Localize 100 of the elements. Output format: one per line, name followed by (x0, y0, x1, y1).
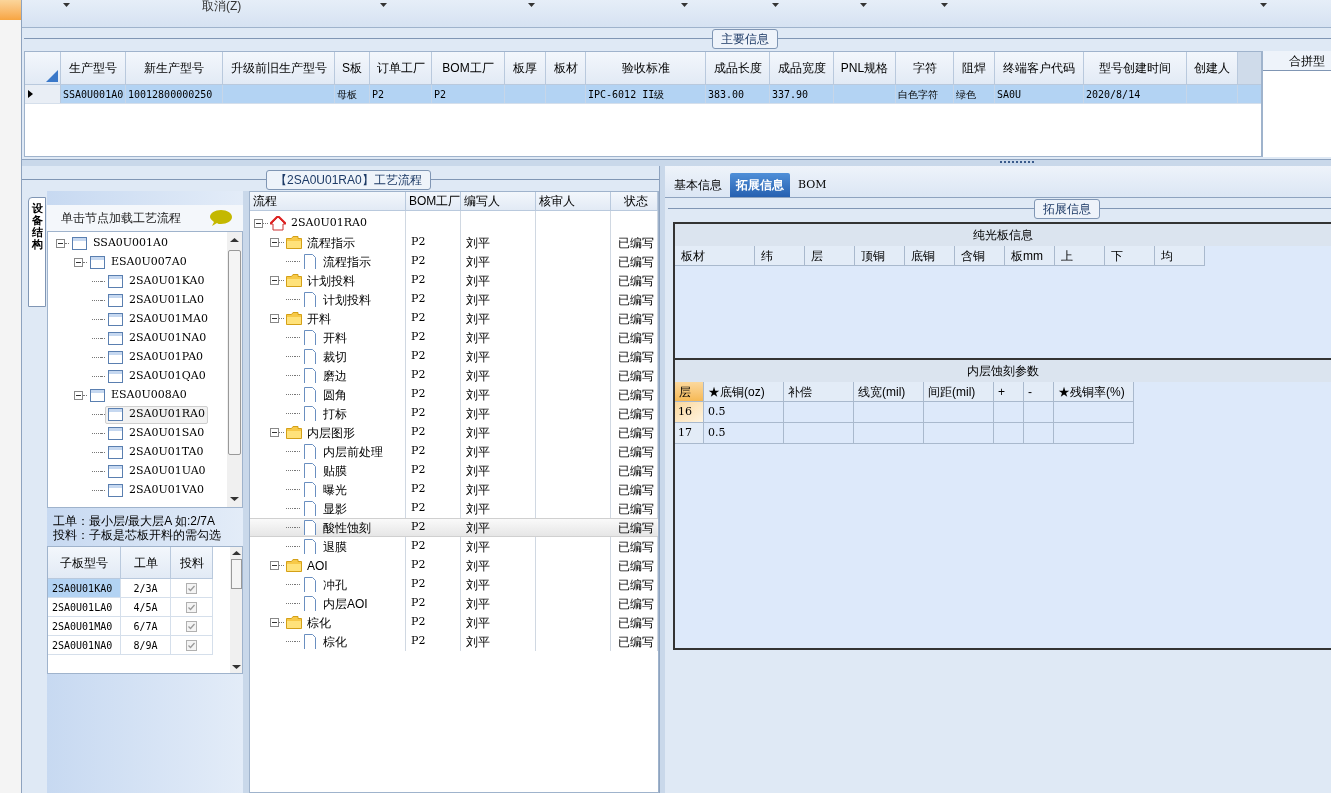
step-name[interactable]: 磨边 (323, 366, 347, 385)
column-header[interactable]: 子板型号 (48, 547, 121, 578)
column-header[interactable]: 下 (1105, 246, 1155, 266)
step-name[interactable]: 内层AOI (323, 594, 368, 613)
table-cell[interactable] (994, 423, 1024, 444)
column-header[interactable]: 成品长度 (706, 52, 770, 84)
collapse-icon[interactable] (56, 239, 65, 248)
tree-row[interactable]: 计划投料 P2 刘平 已编写 (250, 271, 658, 290)
tree-row[interactable]: 圆角 P2 刘平 已编写 (250, 385, 658, 404)
collapse-icon[interactable] (270, 618, 279, 627)
scrollbar[interactable] (230, 547, 242, 673)
tree-item[interactable]: 2SA0U01LA0 (105, 291, 207, 310)
column-header[interactable]: 成品宽度 (770, 52, 834, 84)
tree-item[interactable]: 2SA0U01MA0 (105, 310, 211, 329)
collapse-icon[interactable] (270, 238, 279, 247)
column-header[interactable]: 上 (1055, 246, 1105, 266)
tab[interactable]: 拓展信息 (730, 173, 790, 197)
column-header[interactable]: 层 (805, 246, 855, 266)
tree-item[interactable]: ESA0U007A0 (87, 253, 190, 272)
table-cell[interactable] (784, 423, 854, 444)
column-header[interactable]: 补偿 (784, 382, 854, 402)
step-name[interactable]: 棕化 (307, 613, 331, 632)
column-header[interactable]: 顶铜 (855, 246, 905, 266)
tree-row[interactable]: 流程指示 P2 刘平 已编写 (250, 252, 658, 271)
table-cell[interactable]: 2SA0U01KA0 (48, 579, 121, 597)
step-name[interactable]: 流程指示 (323, 252, 371, 271)
column-header[interactable]: 线宽(mil) (854, 382, 924, 402)
side-tab[interactable]: 设备结构 (28, 197, 46, 307)
collapse-icon[interactable] (254, 219, 263, 228)
step-name[interactable]: 酸性蚀刻 (323, 518, 371, 537)
tree-row[interactable]: 2SA0U01RA0 (250, 214, 658, 233)
column-header[interactable]: ★残铜率(%) (1054, 382, 1134, 402)
tree-row[interactable]: 冲孔 P2 刘平 已编写 (250, 575, 658, 594)
checkbox[interactable] (186, 620, 197, 632)
column-header[interactable]: BOM工厂 (406, 192, 461, 210)
tree-item[interactable]: 2SA0U01TA0 (105, 443, 207, 462)
collapse-icon[interactable] (270, 314, 279, 323)
tree-row[interactable]: 磨边 P2 刘平 已编写 (250, 366, 658, 385)
step-name[interactable]: 计划投料 (307, 271, 355, 290)
tree-row[interactable]: 开料 P2 刘平 已编写 (250, 309, 658, 328)
tree-row[interactable]: 流程指示 P2 刘平 已编写 (250, 233, 658, 252)
step-name[interactable]: 曝光 (323, 480, 347, 499)
tree-row[interactable]: 酸性蚀刻 P2 刘平 已编写 (250, 518, 658, 537)
row-header[interactable]: 16 (675, 402, 704, 423)
tree-row[interactable]: 裁切 P2 刘平 已编写 (250, 347, 658, 366)
column-header[interactable]: 底铜 (905, 246, 955, 266)
table-cell[interactable] (924, 423, 994, 444)
column-header[interactable]: BOM工厂 (432, 52, 505, 84)
collapse-icon[interactable] (270, 428, 279, 437)
column-header[interactable]: 阻焊 (954, 52, 995, 84)
column-header[interactable]: S板 (335, 52, 370, 84)
tree-item[interactable]: SSA0U001A0 (69, 234, 172, 253)
row-header[interactable] (25, 85, 61, 103)
table-cell[interactable] (784, 402, 854, 423)
collapse-icon[interactable] (74, 258, 83, 267)
tree-item[interactable]: 2SA0U01KA0 (105, 272, 208, 291)
table-cell[interactable] (1054, 423, 1134, 444)
column-header[interactable]: 核审人 (536, 192, 611, 210)
column-header[interactable]: 验收标准 (586, 52, 706, 84)
tree-row[interactable]: 打标 P2 刘平 已编写 (250, 404, 658, 423)
column-header[interactable]: PNL规格 (834, 52, 896, 84)
step-name[interactable]: 开料 (307, 309, 331, 328)
tree-row[interactable]: 棕化 P2 刘平 已编写 (250, 613, 658, 632)
table-row[interactable]: SSA0U001A0 10012800000250 母板 P2 P2 IPC-6012 II级 383.00 337.90 白色字符 绿色 SA0U 2020/8/14 (25, 85, 1261, 104)
dropdown-caret-icon[interactable] (63, 3, 70, 7)
column-header[interactable]: 层 (675, 382, 704, 402)
table-cell[interactable] (994, 402, 1024, 423)
step-name[interactable]: 裁切 (323, 347, 347, 366)
step-name[interactable]: 圆角 (323, 385, 347, 404)
column-header[interactable]: 板材 (675, 246, 755, 266)
tree-item[interactable]: ESA0U008A0 (87, 386, 190, 405)
tree-row[interactable]: 显影 P2 刘平 已编写 (250, 499, 658, 518)
tab[interactable]: 基本信息 (668, 173, 728, 197)
table-cell[interactable] (1024, 423, 1054, 444)
column-header[interactable]: 订单工厂 (370, 52, 432, 84)
tree-item[interactable]: 2SA0U01NA0 (105, 329, 210, 348)
column-header[interactable]: 新生产型号 (126, 52, 223, 84)
step-name[interactable]: AOI (307, 556, 328, 575)
tree-item[interactable]: 2SA0U01VA0 (105, 481, 207, 500)
tab[interactable]: BOM (792, 173, 833, 197)
dropdown-caret-icon[interactable] (1260, 3, 1267, 7)
column-header[interactable]: 生产型号 (61, 52, 126, 84)
tree-row[interactable]: 退膜 P2 刘平 已编写 (250, 537, 658, 556)
tree-item[interactable]: 2SA0U01QA0 (105, 367, 209, 386)
column-header[interactable]: ★底铜(oz) (704, 382, 784, 402)
column-header[interactable]: - (1024, 382, 1054, 402)
collapse-icon[interactable] (270, 561, 279, 570)
step-name[interactable]: 退膜 (323, 537, 347, 556)
cancel-button[interactable]: 取消(Z) (202, 0, 242, 15)
column-header[interactable]: 流程 (250, 192, 406, 210)
dropdown-caret-icon[interactable] (528, 3, 535, 7)
column-header[interactable]: 纬 (755, 246, 805, 266)
checkbox[interactable] (186, 639, 197, 651)
checkbox[interactable] (186, 601, 197, 613)
tree-item[interactable]: 2SA0U01UA0 (105, 462, 209, 481)
table-cell[interactable] (1054, 402, 1134, 423)
scrollbar[interactable] (227, 232, 242, 507)
table-cell[interactable] (854, 402, 924, 423)
column-header[interactable]: + (994, 382, 1024, 402)
column-header[interactable]: 工单 (121, 547, 171, 578)
